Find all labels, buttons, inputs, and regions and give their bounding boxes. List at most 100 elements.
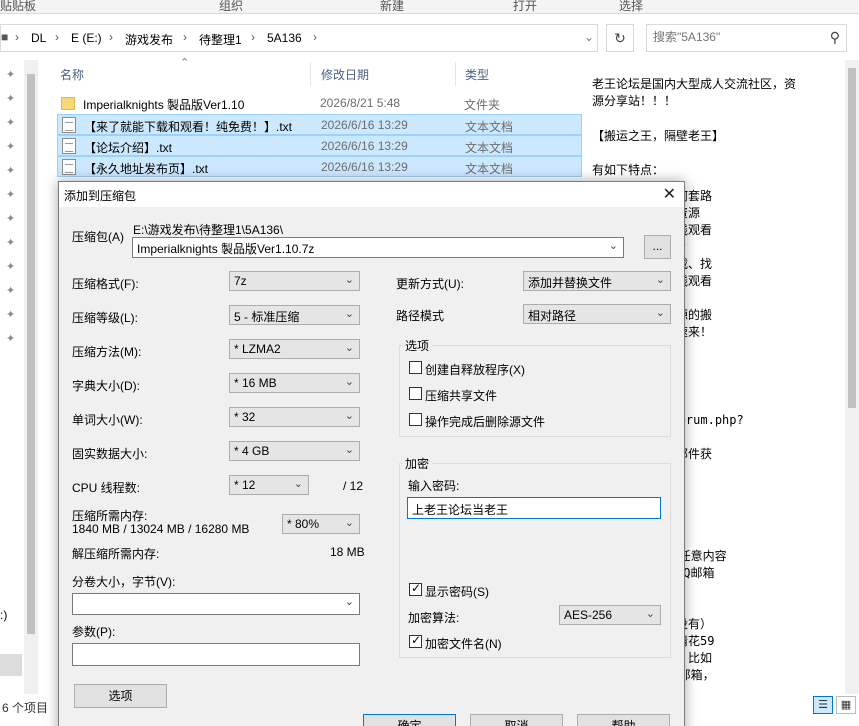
encryption-group-title: 加密 <box>402 455 433 472</box>
address-bar: ■ › DL › E (E:) › 游戏发布 › 待整理1 › 5A136 › … <box>0 22 859 54</box>
level-label: 压缩等级(L): <box>72 311 139 325</box>
update-mode-select[interactable]: 添加并替换文件 ⌄ <box>523 271 671 291</box>
pin-icon: ✦ <box>6 309 16 321</box>
pin-icon: ✦ <box>6 141 16 153</box>
address-box[interactable]: ■ › DL › E (E:) › 游戏发布 › 待整理1 › 5A136 › … <box>0 24 598 52</box>
refresh-icon: ↻ <box>614 30 626 46</box>
sfx-label[interactable]: 创建自释放程序(X) <box>425 361 525 378</box>
split-size-combo[interactable]: ⌄ <box>72 593 360 615</box>
breadcrumb-games[interactable]: 游戏发布 <box>125 31 173 48</box>
breadcrumb-current[interactable]: 5A136 <box>267 31 302 45</box>
word-size-select[interactable]: * 32 ⌄ <box>229 407 360 427</box>
file-type: 文本文档 <box>465 141 514 155</box>
preview-line: 源分享站！！！ <box>592 94 677 108</box>
ribbon-organize[interactable]: 组织 <box>219 0 243 14</box>
file-row[interactable]: 【永久地址发布页】.txt 2026/6/16 13:29 文本文档 <box>57 156 582 177</box>
chevron-right-icon: › <box>109 30 113 44</box>
encryption-method-select[interactable]: AES-256 ⌄ <box>559 605 661 625</box>
search-icon[interactable]: ⚲ <box>830 29 840 46</box>
column-divider[interactable] <box>310 62 311 86</box>
method-select[interactable]: * LZMA2 ⌄ <box>229 339 360 359</box>
show-password-label[interactable]: 显示密码(S) <box>425 583 489 600</box>
nav-scrollbar-thumb[interactable] <box>27 74 35 634</box>
chevron-down-icon: ⌄ <box>344 410 354 422</box>
column-divider[interactable] <box>455 62 456 86</box>
column-type[interactable]: 类型 <box>465 66 489 83</box>
ribbon-clipboard[interactable]: 贴贴板 <box>0 0 36 14</box>
cancel-button[interactable]: 取消 <box>470 714 563 726</box>
ribbon-select[interactable]: 选择 <box>619 0 643 14</box>
shared-files-label[interactable]: 压缩共享文件 <box>425 387 497 404</box>
search-input[interactable] <box>653 30 813 44</box>
memory-detail: 1840 MB / 13024 MB / 16280 MB <box>72 522 250 536</box>
sfx-checkbox[interactable] <box>409 361 422 374</box>
format-select[interactable]: 7z ⌄ <box>229 271 360 291</box>
help-button[interactable]: 帮助 <box>577 714 670 726</box>
dialog-title: 添加到压缩包 <box>64 189 137 203</box>
level-select[interactable]: 5 - 标准压缩 ⌄ <box>229 305 360 325</box>
breadcrumb-pending[interactable]: 待整理1 <box>199 31 242 48</box>
ok-button[interactable]: 确定 <box>363 714 456 726</box>
breadcrumb-drive[interactable]: E (E:) <box>71 31 102 45</box>
file-type: 文本文档 <box>465 120 514 134</box>
threads-total: / 12 <box>343 479 364 493</box>
params-input[interactable] <box>72 643 360 666</box>
password-value: 上老王论坛当老王 <box>412 503 509 517</box>
pin-icon: ✦ <box>6 117 16 129</box>
shared-files-checkbox[interactable] <box>409 387 422 400</box>
word-size-label: 单词大小(W): <box>72 413 143 427</box>
pin-icon: ✦ <box>6 261 16 273</box>
search-box[interactable]: ⚲ <box>646 24 847 52</box>
ribbon-open[interactable]: 打开 <box>513 0 537 14</box>
encryption-method-value: AES-256 <box>564 608 613 622</box>
encrypt-names-label[interactable]: 加密文件名(N) <box>425 635 502 652</box>
password-input[interactable]: 上老王论坛当老王 <box>407 497 661 519</box>
file-type: 文件夹 <box>464 98 501 112</box>
close-icon[interactable]: ✕ <box>663 184 676 204</box>
solid-size-select[interactable]: * 4 GB ⌄ <box>229 441 360 461</box>
column-name[interactable]: 名称 <box>60 66 84 83</box>
nav-item-partial[interactable]: :) <box>0 608 7 622</box>
options-button[interactable]: 选项 <box>74 684 167 708</box>
file-row-folder[interactable]: Imperialknights 製品版Ver1.10 2026/8/21 5:4… <box>57 93 582 114</box>
archive-name-combo[interactable]: Imperialknights 製品版Ver1.10.7z ⌄ <box>132 237 624 258</box>
delete-after-checkbox[interactable] <box>409 413 422 426</box>
column-date[interactable]: 修改日期 <box>321 66 369 83</box>
file-date: 2026/6/16 13:29 <box>321 118 408 132</box>
dialog-titlebar: 添加到压缩包 ✕ <box>59 182 684 207</box>
format-label: 压缩格式(F): <box>72 277 139 291</box>
file-name: 【来了就能下载和观看！纯免费！】.txt <box>84 120 293 134</box>
chevron-down-icon: ⌄ <box>655 307 665 319</box>
path-mode-value: 相对路径 <box>528 309 577 323</box>
browse-button[interactable]: ... <box>644 235 671 259</box>
chevron-down-icon[interactable]: ⌄ <box>584 30 594 44</box>
delete-after-label[interactable]: 操作完成后删除源文件 <box>425 413 545 430</box>
file-name: 【永久地址发布页】.txt <box>84 162 209 176</box>
ribbon-new[interactable]: 新建 <box>380 0 404 14</box>
nav-item-highlight[interactable] <box>0 654 22 676</box>
archive-path: E:\游戏发布\待整理1\5A136\ <box>133 223 284 237</box>
threads-select[interactable]: * 12 ⌄ <box>229 475 309 495</box>
preview-line: 有如下特点： <box>592 163 665 177</box>
file-row[interactable]: 【来了就能下载和观看！纯免费！】.txt 2026/6/16 13:29 文本文… <box>57 114 582 135</box>
encrypt-names-checkbox[interactable] <box>409 633 422 648</box>
update-mode-label: 更新方式(U): <box>396 277 464 291</box>
show-password-checkbox[interactable] <box>409 581 422 596</box>
refresh-button[interactable]: ↻ <box>606 24 634 52</box>
preview-line: 【搬运之王，隔壁老王】 <box>592 129 725 143</box>
tiles-view-button[interactable]: ▦ <box>836 696 856 714</box>
details-view-button[interactable]: ☰ <box>813 696 833 714</box>
breadcrumb-dl[interactable]: DL <box>31 31 46 45</box>
memory-select[interactable]: * 80% ⌄ <box>282 514 360 534</box>
dictionary-select[interactable]: * 16 MB ⌄ <box>229 373 360 393</box>
file-row[interactable]: 【论坛介绍】.txt 2026/6/16 13:29 文本文档 <box>57 135 582 156</box>
nav-scrollbar[interactable] <box>24 60 38 694</box>
path-mode-select[interactable]: 相对路径 ⌄ <box>523 304 671 324</box>
pin-icon: ✦ <box>6 237 16 249</box>
memory-value: * 80% <box>287 517 320 531</box>
preview-scrollbar-thumb[interactable] <box>848 68 856 408</box>
preview-scrollbar[interactable] <box>845 60 859 694</box>
method-value: * LZMA2 <box>234 342 281 356</box>
dictionary-label: 字典大小(D): <box>72 379 140 393</box>
preview-line: 老王论坛是国内大型成人交流社区，资 <box>592 77 797 91</box>
